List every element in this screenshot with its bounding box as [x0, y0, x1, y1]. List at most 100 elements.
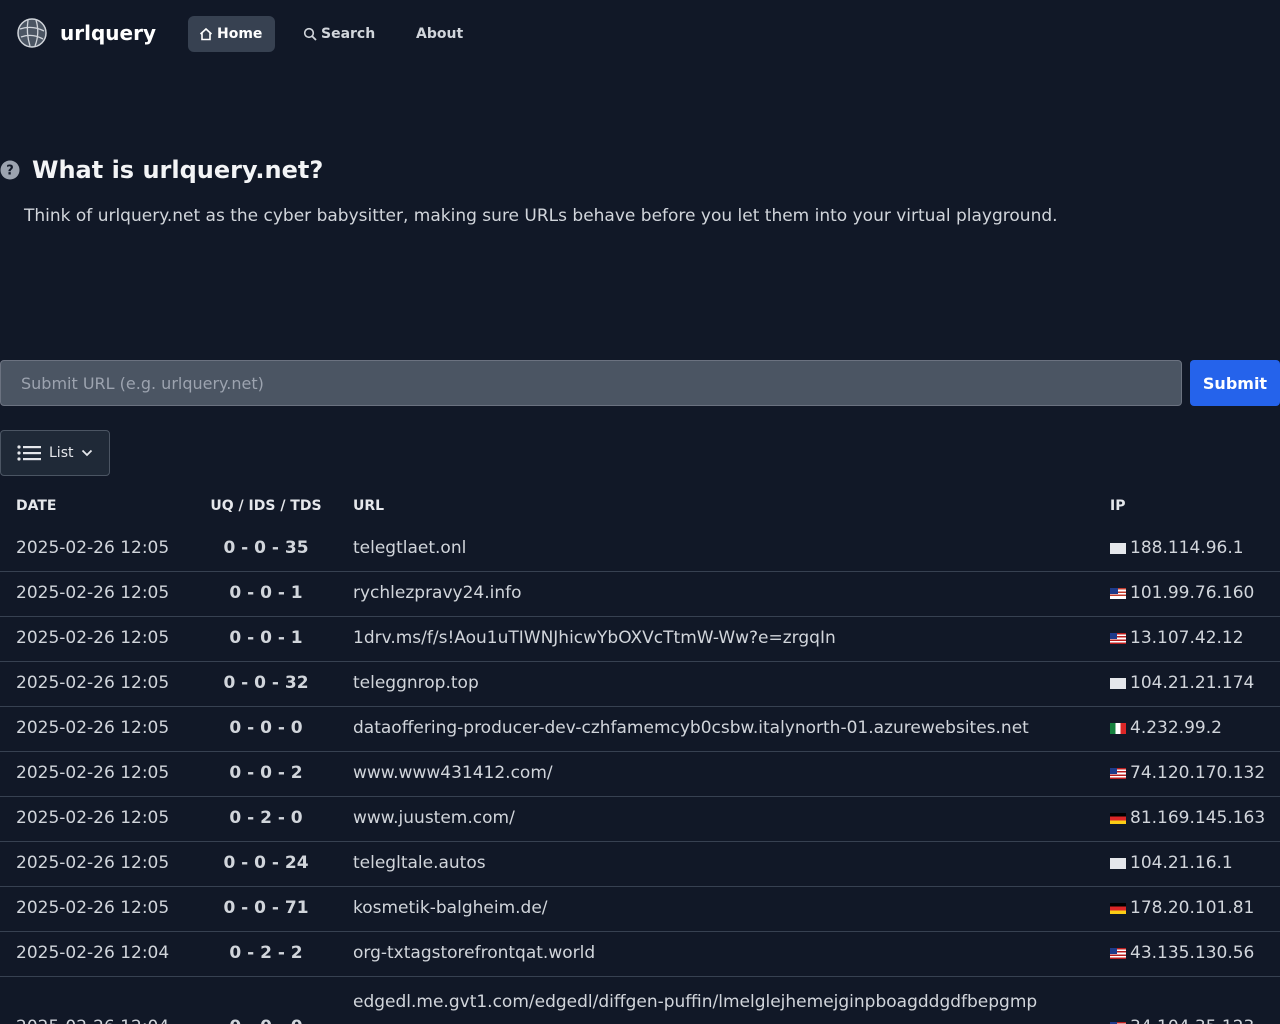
row-date: 2025-02-26 12:04 — [16, 1017, 169, 1024]
country-flag-icon — [1110, 632, 1126, 644]
row-date: 2025-02-26 12:05 — [16, 808, 170, 828]
row-ip-address: 104.21.21.174 — [1130, 673, 1255, 693]
row-ip-address: 104.21.16.1 — [1130, 853, 1233, 873]
row-date: 2025-02-26 12:05 — [16, 898, 170, 918]
svg-text:?: ? — [6, 164, 14, 179]
row-date: 2025-02-26 12:05 — [16, 538, 170, 558]
row-ip: 74.120.170.132 — [1110, 763, 1265, 783]
row-url-link[interactable]: www.www431412.com/ — [353, 763, 553, 783]
header-score: UQ / IDS / TDS — [210, 498, 322, 514]
row-ip-address: 101.99.76.160 — [1130, 583, 1255, 603]
country-flag-icon — [1110, 857, 1126, 869]
row-url-link[interactable]: teleggnrop.top — [353, 673, 479, 693]
url-input[interactable] — [0, 360, 1182, 406]
nav-about[interactable]: About — [405, 16, 474, 52]
about-section: ? What is urlquery.net? Think of urlquer… — [0, 156, 1280, 226]
question-circle-icon: ? — [0, 160, 20, 180]
brand-name: urlquery — [60, 21, 156, 45]
row-date: 2025-02-26 12:05 — [16, 763, 170, 783]
row-ip-address: 74.120.170.132 — [1130, 763, 1266, 783]
row-ip-address: 81.169.145.163 — [1130, 808, 1266, 828]
results-table: DATE UQ / IDS / TDS URL IP 2025-02-26 12… — [0, 484, 1280, 1024]
about-description: Think of urlquery.net as the cyber babys… — [24, 206, 1058, 226]
country-flag-icon — [1110, 812, 1126, 824]
row-url-link[interactable]: www.juustem.com/ — [353, 808, 515, 828]
row-url-link[interactable]: telegltale.autos — [353, 853, 486, 873]
table-row[interactable]: 2025-02-26 12:05 0 - 0 - 1 1drv.ms/f/s!Aou… — [0, 617, 1280, 662]
table-row[interactable]: 2025-02-26 12:05 0 - 0 - 32 teleggnrop.top… — [0, 662, 1280, 707]
row-url-link[interactable]: kosmetik-balgheim.de/ — [353, 898, 548, 918]
nav-home-label: Home — [217, 26, 263, 42]
header-ip: IP — [1110, 498, 1126, 514]
row-url-link[interactable]: telegtlaet.onl — [353, 538, 466, 558]
submit-button[interactable]: Submit — [1190, 360, 1280, 406]
row-ip: 34.104.35.123 — [1110, 1017, 1254, 1024]
row-url-link[interactable]: edgedl.me.gvt1.com/edgedl/diffgen-puffin… — [353, 989, 1093, 1016]
row-score: 0 - 2 - 2 — [229, 943, 303, 963]
brand-link[interactable]: urlquery — [16, 17, 156, 49]
globe-icon — [17, 18, 47, 48]
row-url-link[interactable]: dataoffering-producer-dev-czhfamemcyb0cs… — [353, 718, 1029, 738]
row-ip: 188.114.96.1 — [1110, 538, 1244, 558]
nav-home[interactable]: Home — [188, 16, 275, 52]
country-flag-icon — [1110, 542, 1126, 554]
country-flag-icon — [1110, 677, 1126, 689]
chevron-down-icon — [82, 449, 93, 457]
about-heading: ? What is urlquery.net? — [0, 156, 1280, 184]
table-row[interactable]: 2025-02-26 12:05 0 - 2 - 0 www.juustem.com… — [0, 797, 1280, 842]
row-ip-address: 188.114.96.1 — [1130, 538, 1244, 558]
country-flag-icon — [1110, 767, 1126, 779]
navbar: urlquery Home Search About — [0, 0, 1280, 68]
row-ip-address: 178.20.101.81 — [1130, 898, 1255, 918]
view-mode-dropdown[interactable]: List — [0, 430, 110, 476]
view-mode-label: List — [49, 445, 74, 461]
row-date: 2025-02-26 12:05 — [16, 718, 170, 738]
row-score: 0 - 2 - 0 — [229, 808, 303, 828]
row-url-link[interactable]: rychlezpravy24.info — [353, 583, 522, 603]
about-title: What is urlquery.net? — [32, 156, 324, 184]
list-icon — [17, 445, 41, 461]
row-score: 0 - 0 - 24 — [223, 853, 309, 873]
row-ip: 178.20.101.81 — [1110, 898, 1254, 918]
row-score: 0 - 0 - 0 — [229, 718, 303, 738]
row-score: 0 - 0 - 71 — [223, 898, 309, 918]
table-row[interactable]: 2025-02-26 12:05 0 - 0 - 35 telegtlaet.onl… — [0, 527, 1280, 572]
row-url-link[interactable]: org-txtagstorefrontqat.world — [353, 943, 595, 963]
row-ip: 101.99.76.160 — [1110, 583, 1254, 603]
header-date: DATE — [16, 498, 57, 514]
country-flag-icon — [1110, 902, 1126, 914]
row-date: 2025-02-26 12:05 — [16, 583, 170, 603]
row-ip: 81.169.145.163 — [1110, 808, 1265, 828]
row-ip-address: 43.135.130.56 — [1130, 943, 1255, 963]
row-ip-address: 34.104.35.123 — [1130, 1017, 1254, 1024]
row-score: 0 - 0 - 1 — [229, 628, 303, 648]
row-url-link[interactable]: 1drv.ms/f/s!Aou1uTIWNJhicwYbOXVcTtmW-Ww?… — [353, 628, 836, 648]
row-score: 0 - 0 - 0 — [196, 1017, 336, 1024]
row-score: 0 - 0 - 35 — [223, 538, 309, 558]
submit-url-form: Submit — [0, 360, 1280, 406]
nav-search-label: Search — [321, 26, 376, 42]
table-row[interactable]: 2025-02-26 12:05 0 - 0 - 2 www.www431412.c… — [0, 752, 1280, 797]
row-ip-address: 13.107.42.12 — [1130, 628, 1244, 648]
row-date: 2025-02-26 12:04 — [16, 943, 170, 963]
table-header: DATE UQ / IDS / TDS URL IP — [0, 484, 1280, 527]
row-score: 0 - 0 - 2 — [229, 763, 303, 783]
country-flag-icon — [1110, 722, 1126, 734]
table-row[interactable]: 2025-02-26 12:05 0 - 0 - 71 kosmetik-balgh… — [0, 887, 1280, 932]
table-row[interactable]: 2025-02-26 12:04 0 - 0 - 0 edgedl.me.gvt1.… — [0, 977, 1280, 1024]
table-row[interactable]: 2025-02-26 12:04 0 - 2 - 2 org-txtagstoref… — [0, 932, 1280, 977]
country-flag-icon — [1110, 587, 1126, 599]
search-icon — [303, 27, 317, 41]
row-score: 0 - 0 - 32 — [223, 673, 309, 693]
row-ip: 13.107.42.12 — [1110, 628, 1244, 648]
table-row[interactable]: 2025-02-26 12:05 0 - 0 - 24 telegltale.aut… — [0, 842, 1280, 887]
table-row[interactable]: 2025-02-26 12:05 0 - 0 - 1 rychlezpravy24.… — [0, 572, 1280, 617]
table-body: 2025-02-26 12:05 0 - 0 - 35 telegtlaet.onl… — [0, 527, 1280, 1024]
row-ip: 43.135.130.56 — [1110, 943, 1254, 963]
table-row[interactable]: 2025-02-26 12:05 0 - 0 - 0 dataoffering-pr… — [0, 707, 1280, 752]
header-url: URL — [353, 498, 385, 514]
row-date: 2025-02-26 12:05 — [16, 673, 170, 693]
nav-search[interactable]: Search — [292, 16, 386, 52]
row-ip: 104.21.16.1 — [1110, 853, 1233, 873]
nav-about-label: About — [416, 26, 464, 42]
